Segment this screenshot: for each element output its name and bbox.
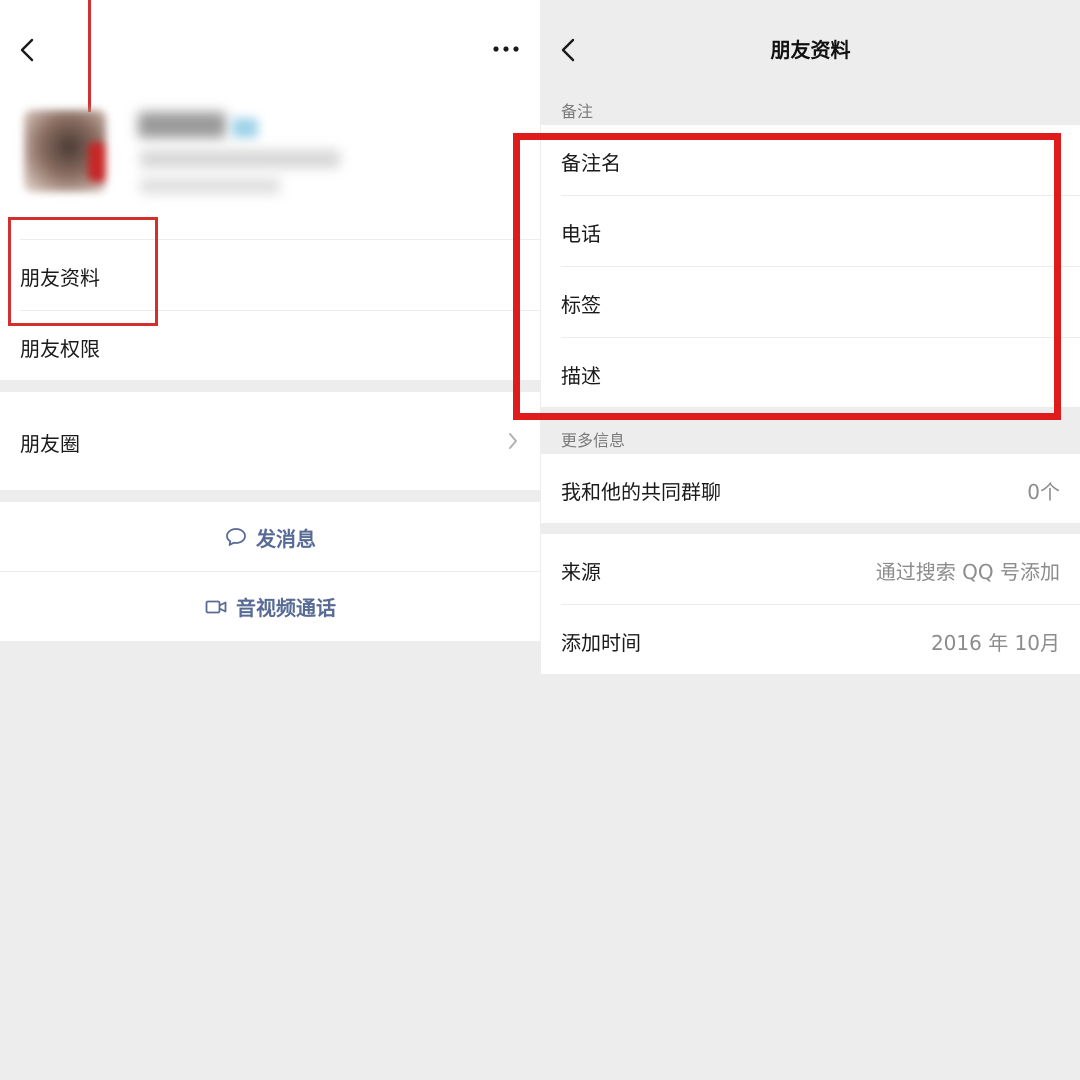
- row-added-time-label: 添加时间: [561, 631, 641, 655]
- audio-video-call-label: 音视频通话: [236, 596, 336, 620]
- annotation-highlight-box-large: [513, 133, 1061, 420]
- section-label-more-info: 更多信息: [561, 431, 626, 450]
- chevron-right-icon: [506, 430, 520, 452]
- row-moments-label: 朋友圈: [20, 432, 80, 456]
- page-title: 朋友资料: [770, 38, 851, 62]
- blurred-nickname: [138, 112, 226, 138]
- row-source: 来源 通过搜索 QQ 号添加: [541, 534, 1080, 604]
- send-message-button[interactable]: 发消息: [0, 502, 540, 572]
- row-common-groups-value: 0个: [1027, 480, 1060, 504]
- source-group: 来源 通过搜索 QQ 号添加 添加时间 2016 年 10月: [541, 534, 1080, 674]
- send-message-label: 发消息: [256, 526, 316, 551]
- row-friend-permissions-label: 朋友权限: [20, 337, 100, 361]
- blurred-account-info: [140, 150, 340, 168]
- video-camera-icon: [204, 595, 228, 619]
- audio-video-call-button[interactable]: 音视频通话: [0, 572, 540, 641]
- blurred-badge: [232, 118, 258, 138]
- row-moments[interactable]: 朋友圈: [0, 392, 540, 490]
- blurred-region-info: [140, 178, 280, 194]
- section-label-remark: 备注: [561, 102, 594, 121]
- more-options-icon[interactable]: [488, 34, 524, 64]
- annotation-highlight-box: [8, 217, 158, 326]
- contact-profile-panel: 朋友资料 朋友权限 朋友圈 发消息 音视频通话: [0, 0, 540, 1080]
- annotation-connector-line: [88, 0, 91, 112]
- avatar[interactable]: [24, 110, 106, 192]
- chat-bubble-icon: [224, 525, 248, 549]
- row-common-groups[interactable]: 我和他的共同群聊 0个: [541, 454, 1080, 523]
- row-source-value: 通过搜索 QQ 号添加: [875, 560, 1060, 584]
- row-common-groups-label: 我和他的共同群聊: [561, 480, 721, 504]
- row-added-time: 添加时间 2016 年 10月: [541, 605, 1080, 674]
- back-arrow-icon[interactable]: [8, 30, 48, 70]
- row-added-time-value: 2016 年 10月: [930, 631, 1060, 655]
- row-source-label: 来源: [561, 560, 601, 584]
